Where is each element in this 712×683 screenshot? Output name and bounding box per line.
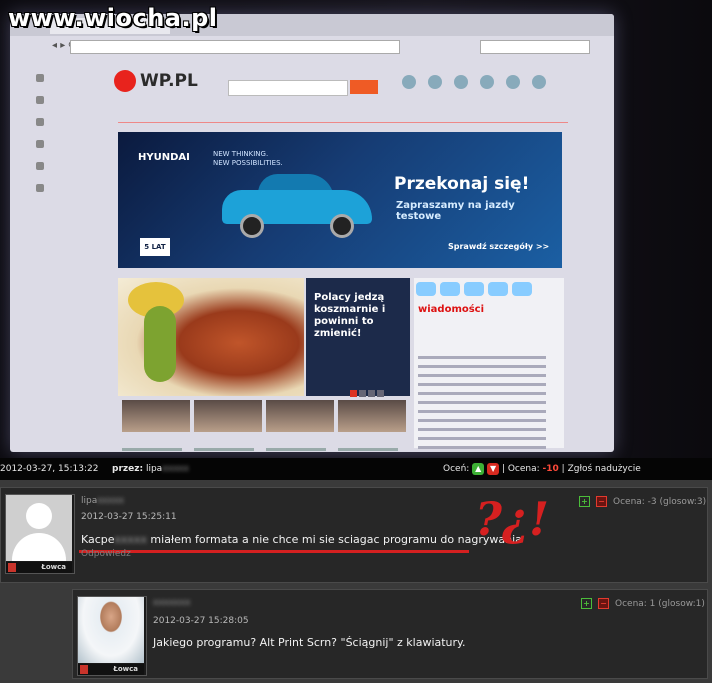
comment-author[interactable]: xxxxxxx xyxy=(153,598,190,608)
news-column: wiadomości xyxy=(414,278,564,449)
browser-sidebar-icons xyxy=(32,74,48,206)
wp-search-input xyxy=(228,80,348,96)
watermark: www.wiocha.pl xyxy=(8,4,218,32)
news-title: wiadomości xyxy=(418,304,485,315)
avatar[interactable]: Łowca xyxy=(5,494,75,574)
comment-score: Ocena: -3 (glosow:3) xyxy=(613,497,707,507)
post-rating: Oceń: ▲ ▼ | Ocena: -10 | Zgłoś nadużycie xyxy=(443,458,641,480)
vote-up-button[interactable]: + xyxy=(579,496,590,507)
ad-more-link: Sprawdź szczegóły >> xyxy=(448,242,550,251)
question-scribble: ?¿! xyxy=(475,492,550,546)
red-underline xyxy=(79,550,469,553)
thumbs-up-icon[interactable]: ▲ xyxy=(472,462,485,475)
wp-logo: WP.PL xyxy=(114,70,198,92)
reply-link[interactable]: Odpowiedz xyxy=(81,549,131,559)
slider-pager xyxy=(350,382,386,401)
ad-brand: HYUNDAI xyxy=(138,152,190,163)
ad-subheadline: Zapraszamy na jazdy testowe xyxy=(396,200,515,222)
vote-down-button[interactable]: − xyxy=(598,598,609,609)
comment-text: Kacpexxxxx miałem formata a nie chce mi … xyxy=(81,533,522,546)
monitor-screen: ◂ ▸ ⟳ WP.PL HYUNDAI NEW THINKING. NEW POS… xyxy=(10,14,614,452)
post-info-bar: 2012-03-27, 15:13:22 przez: lipaxxxxx Oc… xyxy=(0,458,712,480)
wp-menu xyxy=(118,110,568,123)
food-photo xyxy=(118,278,304,396)
post-author-link[interactable]: lipa xyxy=(146,464,162,474)
comment-reply: Łowca xxxxxxx 2012-03-27 15:28:05 Jakieg… xyxy=(72,589,708,679)
comment-score: Ocena: 1 (glosow:1) xyxy=(615,599,705,609)
headline-text: Polacy jedzą koszmarnie i powinni to zmi… xyxy=(314,292,386,339)
rate-label: Oceń: xyxy=(443,464,470,474)
wp-search-button xyxy=(350,80,378,94)
report-abuse-link[interactable]: | Zgłoś nadużycie xyxy=(562,464,641,474)
post-date: 2012-03-27, 15:13:22 xyxy=(0,464,99,474)
thumbs-down-icon[interactable]: ▼ xyxy=(487,462,500,475)
vote-down-button[interactable]: − xyxy=(596,496,607,507)
browser-search-box xyxy=(480,40,590,54)
post-author: przez: lipaxxxxx xyxy=(112,464,189,474)
rank-badge-icon xyxy=(80,665,88,674)
comment-date: 2012-03-27 15:28:05 xyxy=(153,616,249,626)
thumbnail-row xyxy=(122,400,412,434)
post-image: www.wiocha.pl ◂ ▸ ⟳ WP.PL HYUNDAI NEW TH… xyxy=(0,0,712,458)
address-bar xyxy=(70,40,400,54)
news-lines xyxy=(418,356,560,452)
score-value: -10 xyxy=(542,464,559,474)
headline-box: Polacy jedzą koszmarnie i powinni to zmi… xyxy=(306,278,410,397)
user-rank: Łowca xyxy=(6,562,72,573)
wp-service-icons xyxy=(402,74,558,93)
car-image xyxy=(222,174,372,238)
avatar[interactable]: Łowca xyxy=(77,596,147,676)
weather-icons xyxy=(414,278,564,304)
user-photo xyxy=(78,597,144,663)
comment-vote: + − Ocena: -3 (glosow:3) xyxy=(579,496,706,507)
score-label: | Ocena: xyxy=(501,464,540,474)
comment: Łowca lipaxxxxx 2012-03-27 15:25:11 Kacp… xyxy=(0,487,708,583)
comment-text: Jakiego programu? Alt Print Scrn? "Ściąg… xyxy=(153,636,466,649)
ad-badge: 5 LAT xyxy=(140,238,170,256)
user-rank: Łowca xyxy=(78,664,144,675)
thumbnail-captions xyxy=(122,436,412,452)
ad-slogan: NEW THINKING. NEW POSSIBILITIES. xyxy=(213,150,283,167)
vote-up-button[interactable]: + xyxy=(581,598,592,609)
comment-date: 2012-03-27 15:25:11 xyxy=(81,512,177,522)
ad-headline: Przekonaj się! xyxy=(394,174,530,194)
comment-vote: + − Ocena: 1 (glosow:1) xyxy=(581,598,705,609)
comment-author[interactable]: lipaxxxxx xyxy=(81,496,124,506)
default-avatar-icon xyxy=(6,495,72,561)
hyundai-ad-banner: HYUNDAI NEW THINKING. NEW POSSIBILITIES. … xyxy=(118,132,562,268)
rank-badge-icon xyxy=(8,563,16,572)
